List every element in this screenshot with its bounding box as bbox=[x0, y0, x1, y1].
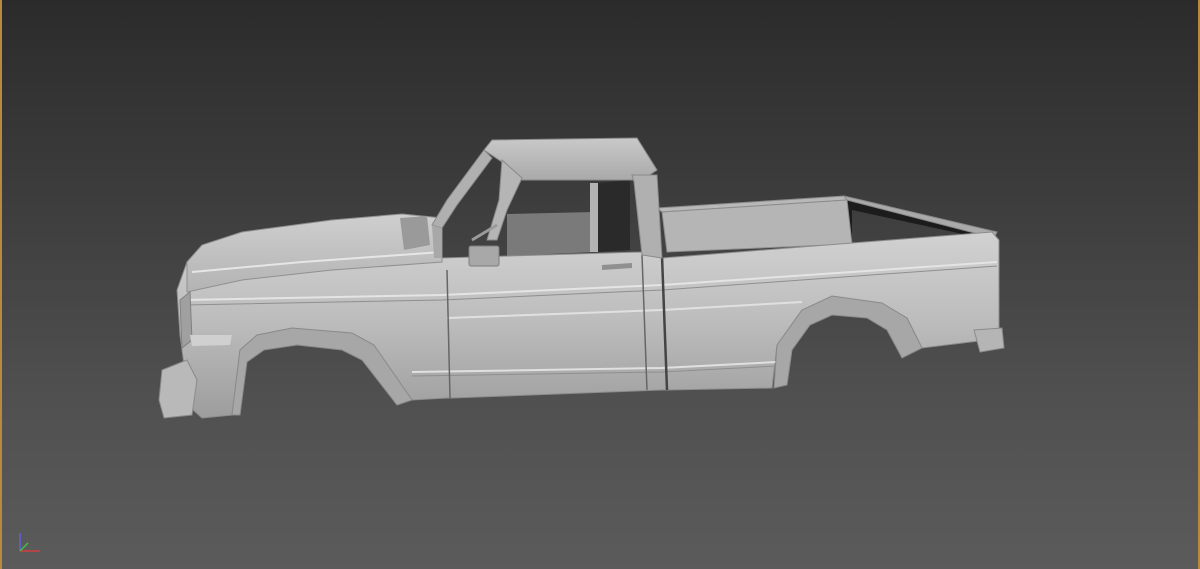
cab-interior bbox=[507, 180, 630, 256]
view-axis-tripod-icon bbox=[12, 529, 52, 559]
3d-viewport[interactable] bbox=[0, 0, 1200, 569]
pickup-truck-model[interactable] bbox=[2, 0, 1200, 569]
